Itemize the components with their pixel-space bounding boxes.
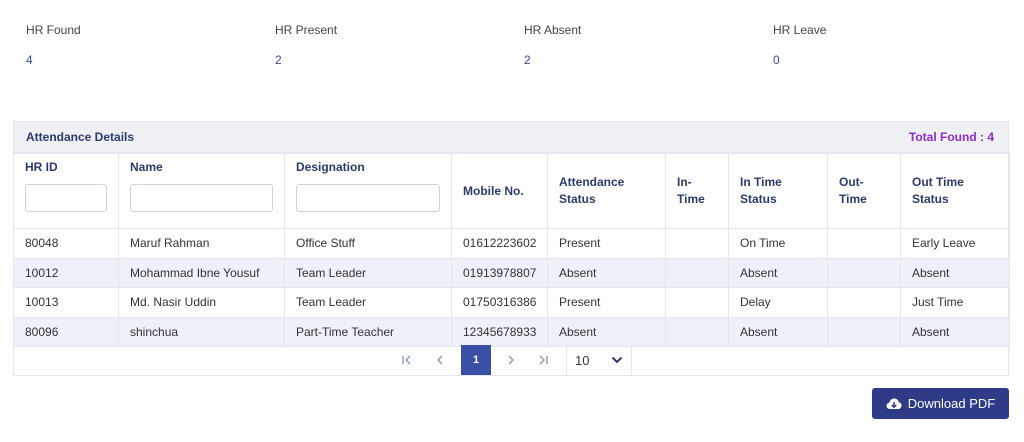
cell-attendance-status: Absent — [547, 316, 666, 347]
cell-out-time — [827, 228, 901, 259]
cell-in-time-status: Absent — [728, 316, 828, 347]
cell-out-time-status: Just Time — [900, 287, 1010, 318]
designation-filter-input[interactable] — [296, 183, 440, 212]
cell-out-time — [827, 316, 901, 347]
header-label: HR ID — [25, 159, 58, 174]
hr-id-filter-input[interactable] — [25, 183, 107, 212]
cell-attendance-status: Absent — [547, 257, 666, 288]
cell-attendance-status: Present — [547, 228, 666, 259]
table-row: 10012 Mohammad Ibne Yousuf Team Leader 0… — [13, 257, 1010, 288]
cell-in-time — [665, 287, 729, 318]
cell-out-time-status: Absent — [900, 316, 1010, 347]
header-in-time: In-Time — [665, 153, 729, 229]
cell-hr-id: 80048 — [13, 228, 119, 259]
stat-value: 2 — [275, 53, 282, 67]
attendance-panel: Attendance Details Total Found : 4 HR ID… — [13, 121, 1010, 376]
cell-in-time — [665, 228, 729, 259]
stat-label: HR Found — [26, 23, 81, 37]
cell-name: Maruf Rahman — [118, 228, 285, 259]
stat-hr-absent: HR Absent 2 — [524, 22, 744, 68]
page-size-value: 10 — [575, 352, 590, 368]
cell-out-time — [827, 287, 901, 318]
total-found-label: Total Found : 4 — [908, 130, 994, 144]
panel-title: Attendance Details — [26, 130, 135, 144]
cell-hr-id: 80096 — [13, 316, 119, 347]
cell-hr-id: 10012 — [13, 257, 119, 288]
attendance-table: HR ID Name Designation Mobile No. Attend… — [13, 153, 1010, 347]
cell-in-time — [665, 316, 729, 347]
cell-in-time — [665, 257, 729, 288]
cell-mobile: 01750316386 — [451, 287, 548, 318]
header-attendance-status: Attendance Status — [547, 153, 666, 229]
cell-designation: Office Stuff — [284, 228, 452, 259]
header-label: Name — [130, 159, 163, 174]
cell-designation: Team Leader — [284, 287, 452, 318]
cell-designation: Part-Time Teacher — [284, 316, 452, 347]
page-size-select[interactable]: 10 — [566, 345, 632, 375]
stat-hr-found: HR Found 4 — [26, 22, 246, 68]
chevron-down-icon — [611, 356, 623, 364]
cell-name: shinchua — [118, 316, 285, 347]
cell-in-time-status: On Time — [728, 228, 828, 259]
cell-in-time-status: Absent — [728, 257, 828, 288]
header-out-time-status: Out Time Status — [900, 153, 1010, 229]
prev-page-icon[interactable] — [425, 345, 455, 375]
cell-mobile: 12345678933 — [451, 316, 548, 347]
cell-hr-id: 10013 — [13, 287, 119, 318]
header-in-time-status: In Time Status — [728, 153, 828, 229]
first-page-icon[interactable] — [392, 345, 422, 375]
cell-in-time-status: Delay — [728, 287, 828, 318]
cell-mobile: 01913978807 — [451, 257, 548, 288]
download-pdf-button[interactable]: Download PDF — [872, 388, 1009, 419]
cell-mobile: 01612223602 — [451, 228, 548, 259]
name-filter-input[interactable] — [130, 183, 273, 212]
stat-value: 4 — [26, 53, 33, 67]
header-out-time: Out-Time — [827, 153, 901, 229]
stat-label: HR Absent — [524, 23, 582, 37]
table-row: 80048 Maruf Rahman Office Stuff 01612223… — [13, 228, 1010, 259]
cell-attendance-status: Present — [547, 287, 666, 318]
last-page-icon[interactable] — [528, 345, 558, 375]
table-header-row: HR ID Name Designation Mobile No. Attend… — [13, 153, 1010, 229]
stat-value: 0 — [773, 53, 780, 67]
cell-name: Mohammad Ibne Yousuf — [118, 257, 285, 288]
summary-stats: HR Found 4 HR Present 2 HR Absent 2 HR L… — [0, 22, 1024, 72]
download-label: Download PDF — [907, 396, 996, 411]
cell-designation: Team Leader — [284, 257, 452, 288]
table-row: 10013 Md. Nasir Uddin Team Leader 017503… — [13, 287, 1010, 318]
cell-out-time — [827, 257, 901, 288]
page-button-current[interactable]: 1 — [461, 345, 491, 375]
panel-header: Attendance Details Total Found : 4 — [14, 122, 1008, 153]
stat-hr-leave: HR Leave 0 — [773, 22, 993, 68]
header-mobile: Mobile No. — [451, 153, 548, 229]
cell-out-time-status: Absent — [900, 257, 1010, 288]
header-name: Name — [118, 153, 285, 229]
pagination-bar: 1 10 — [13, 345, 1009, 376]
stat-label: HR Leave — [773, 23, 827, 37]
cell-name: Md. Nasir Uddin — [118, 287, 285, 318]
stat-hr-present: HR Present 2 — [275, 22, 495, 68]
header-designation: Designation — [284, 153, 452, 229]
cloud-download-icon — [886, 398, 902, 409]
stat-label: HR Present — [275, 23, 338, 37]
header-label: Designation — [296, 159, 365, 174]
stat-value: 2 — [524, 53, 531, 67]
table-row: 80096 shinchua Part-Time Teacher 1234567… — [13, 316, 1010, 347]
next-page-icon[interactable] — [496, 345, 526, 375]
header-hr-id: HR ID — [13, 153, 119, 229]
cell-out-time-status: Early Leave — [900, 228, 1010, 259]
